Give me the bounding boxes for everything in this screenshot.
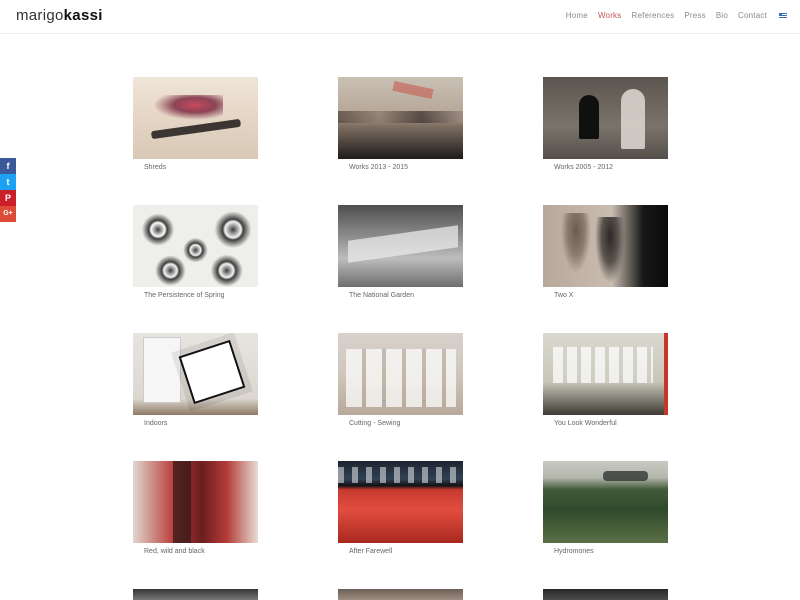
- work-tile-partial[interactable]: [338, 589, 463, 600]
- work-tile[interactable]: The Persistence of Spring: [133, 205, 258, 299]
- work-title[interactable]: Red, wild and black: [144, 548, 205, 555]
- work-title[interactable]: Cutting - Sewing: [349, 420, 400, 427]
- work-thumbnail[interactable]: [338, 461, 463, 543]
- work-thumbnail[interactable]: [133, 333, 258, 415]
- work-tile[interactable]: Works 2005 - 2012: [543, 77, 668, 171]
- work-tile[interactable]: Shreds: [133, 77, 258, 171]
- work-thumbnail[interactable]: [338, 333, 463, 415]
- work-tile[interactable]: Cutting - Sewing: [338, 333, 463, 427]
- work-thumbnail[interactable]: [543, 589, 668, 600]
- work-thumbnail[interactable]: [543, 77, 668, 159]
- work-tile[interactable]: The National Garden: [338, 205, 463, 299]
- work-tile-partial[interactable]: [543, 589, 668, 600]
- work-tile[interactable]: You Look Wonderful: [543, 333, 668, 427]
- work-title[interactable]: Hydromones: [554, 548, 594, 555]
- work-thumbnail[interactable]: [133, 205, 258, 287]
- work-tile[interactable]: Red, wild and black: [133, 461, 258, 555]
- work-thumbnail[interactable]: [543, 461, 668, 543]
- work-title[interactable]: Indoors: [144, 420, 167, 427]
- work-thumbnail[interactable]: [543, 333, 668, 415]
- work-title[interactable]: After Farewell: [349, 548, 392, 555]
- work-title[interactable]: The National Garden: [349, 292, 414, 299]
- work-thumbnail[interactable]: [133, 589, 258, 600]
- work-title[interactable]: Works 2013 - 2015: [349, 164, 408, 171]
- work-tile-partial[interactable]: [133, 589, 258, 600]
- work-thumbnail[interactable]: [133, 461, 258, 543]
- work-thumbnail[interactable]: [543, 205, 668, 287]
- work-title[interactable]: Shreds: [144, 164, 166, 171]
- work-tile[interactable]: Hydromones: [543, 461, 668, 555]
- work-thumbnail[interactable]: [338, 589, 463, 600]
- work-tile[interactable]: Two X: [543, 205, 668, 299]
- work-tile[interactable]: Indoors: [133, 333, 258, 427]
- work-title[interactable]: You Look Wonderful: [554, 420, 617, 427]
- work-title[interactable]: Works 2005 - 2012: [554, 164, 613, 171]
- work-thumbnail[interactable]: [133, 77, 258, 159]
- works-grid: Shreds Works 2013 - 2015 Works 2005 - 20…: [0, 0, 800, 600]
- work-thumbnail[interactable]: [338, 205, 463, 287]
- work-title[interactable]: Two X: [554, 292, 573, 299]
- work-tile[interactable]: After Farewell: [338, 461, 463, 555]
- work-tile[interactable]: Works 2013 - 2015: [338, 77, 463, 171]
- work-thumbnail[interactable]: [338, 77, 463, 159]
- work-title[interactable]: The Persistence of Spring: [144, 292, 225, 299]
